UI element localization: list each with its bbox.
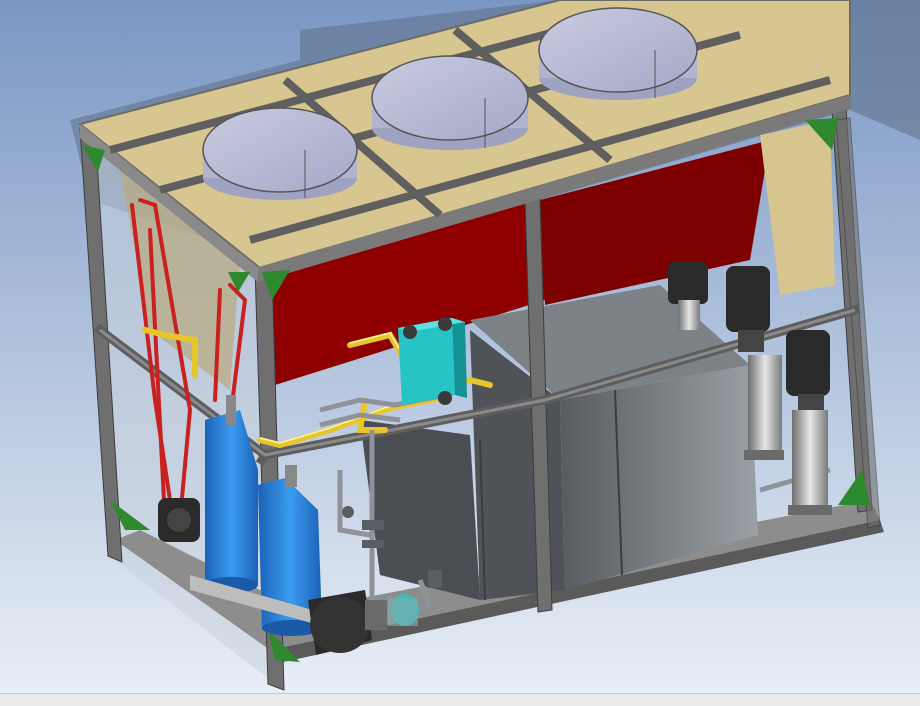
plate-heat-exchanger[interactable]: [398, 317, 467, 405]
cad-3d-viewport[interactable]: [0, 0, 920, 705]
fan-1[interactable]: [202, 107, 358, 200]
fan-3[interactable]: [538, 7, 698, 100]
fan-2[interactable]: [371, 55, 529, 150]
pump-3[interactable]: [786, 330, 832, 515]
small-motor-left: [158, 498, 200, 542]
status-bar: [0, 693, 920, 706]
